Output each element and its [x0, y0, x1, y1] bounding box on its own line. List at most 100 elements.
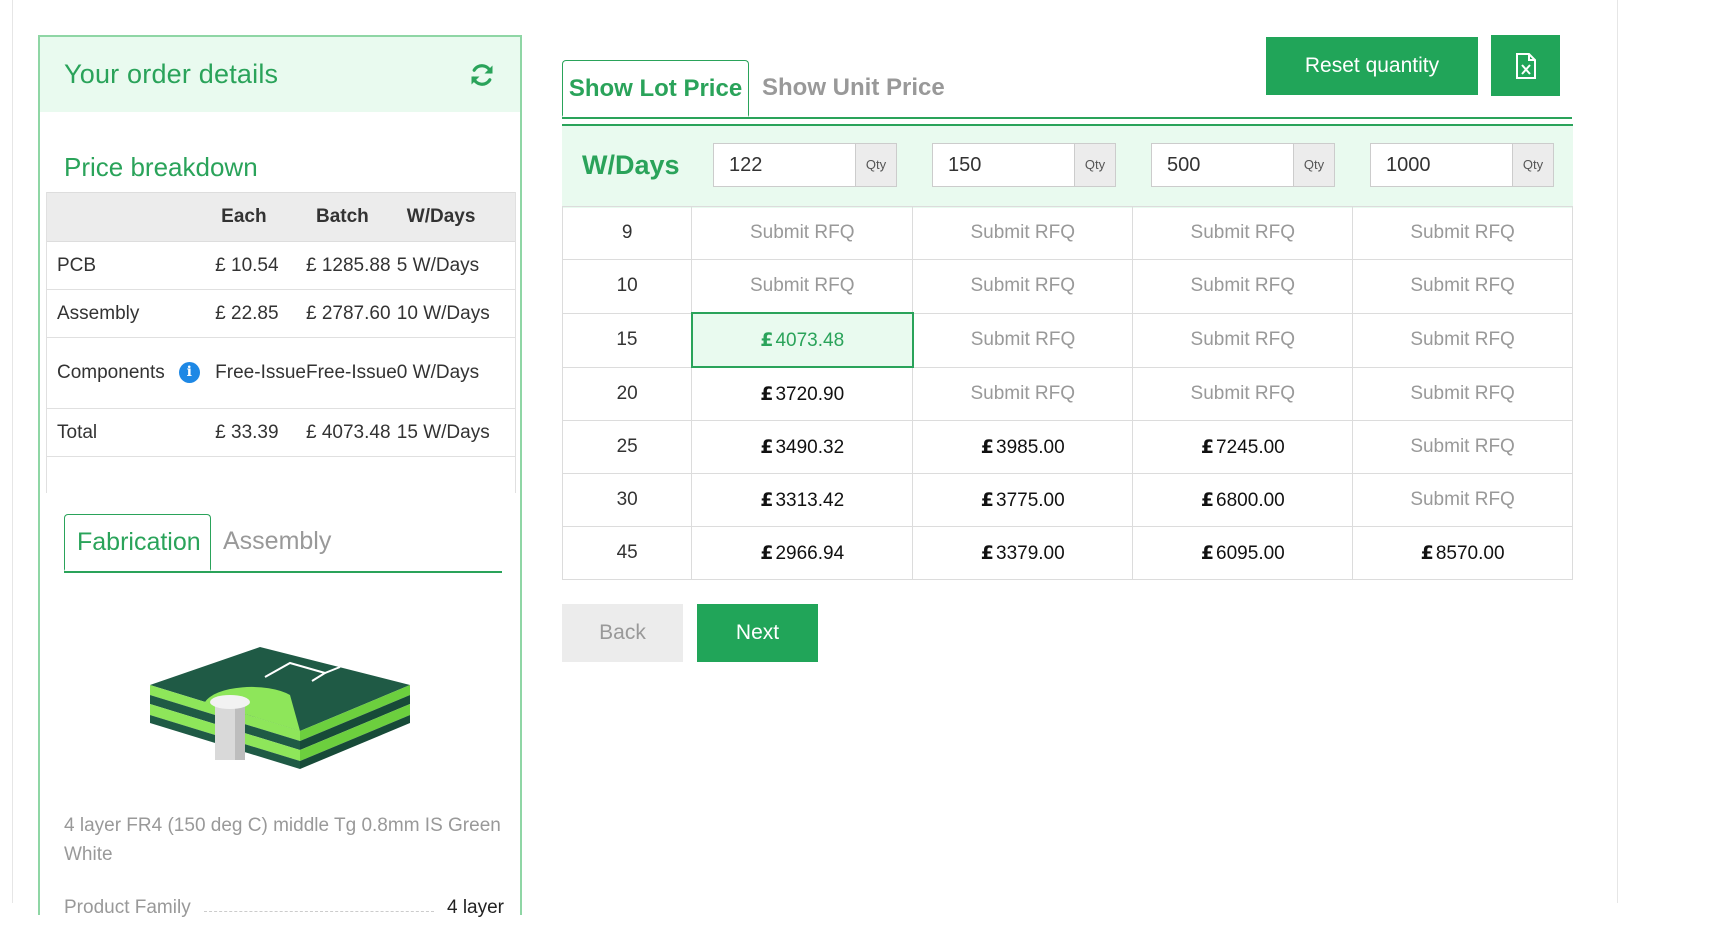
breakdown-wdays: 15 W/Days [396, 408, 516, 457]
price-cell[interactable]: £2966.94 [691, 526, 914, 580]
price-value: £3720.90 [760, 382, 845, 405]
submit-rfq-cell[interactable]: Submit RFQ [1352, 259, 1573, 314]
wdays-cell: 25 [561, 420, 693, 474]
breakdown-row-assembly: Assembly £ 22.85 £ 2787.60 10 W/Days [46, 289, 516, 338]
submit-rfq-cell[interactable]: Submit RFQ [912, 259, 1134, 314]
price-cell[interactable]: £3775.00 [912, 473, 1134, 527]
leader-dots [204, 911, 434, 912]
submit-rfq-cell[interactable]: Submit RFQ [912, 366, 1134, 421]
submit-rfq-cell[interactable]: Submit RFQ [1132, 366, 1354, 421]
submit-rfq-cell[interactable]: Submit RFQ [1352, 206, 1573, 260]
price-grid: 9 Submit RFQ Submit RFQ Submit RFQ Submit RF… [561, 206, 1573, 580]
breakdown-wdays: 0 W/Days [396, 337, 516, 409]
product-family-row: Product Family 4 layer [64, 897, 504, 927]
qty-input-4[interactable] [1370, 143, 1512, 187]
price-cell[interactable]: £3985.00 [912, 420, 1134, 474]
breakdown-header-row: Each Batch W/Days [46, 192, 516, 242]
price-grid-row: 15 £4073.48 Submit RFQ Submit RFQ Submit RFQ [561, 312, 1573, 368]
breakdown-wdays: 5 W/Days [396, 241, 516, 290]
tab-show-unit-price[interactable]: Show Unit Price [762, 60, 945, 117]
price-value: £3985.00 [980, 435, 1065, 458]
breakdown-row-components: Components i Free-Issue Free-Issue 0 W/Da… [46, 337, 516, 409]
product-family-value: 4 layer [446, 897, 504, 918]
price-cell[interactable]: £3379.00 [912, 526, 1134, 580]
page-frame-right [1617, 0, 1618, 903]
price-value: £3379.00 [980, 541, 1065, 564]
price-cell[interactable]: £3720.90 [691, 366, 914, 421]
price-cell[interactable]: £6800.00 [1132, 473, 1354, 527]
qty-input-3[interactable] [1151, 143, 1293, 187]
price-cell[interactable]: £3490.32 [691, 420, 914, 474]
wdays-cell: 15 [561, 312, 693, 368]
back-button[interactable]: Back [562, 604, 683, 662]
pcb-stackup-image [150, 647, 410, 769]
export-excel-button[interactable] [1491, 35, 1560, 96]
submit-rfq-cell[interactable]: Submit RFQ [1132, 206, 1354, 260]
price-value: £2966.94 [760, 541, 845, 564]
submit-rfq-cell[interactable]: Submit RFQ [912, 312, 1134, 368]
tab-fabrication[interactable]: Fabrication [64, 514, 211, 571]
breakdown-label: PCB [46, 241, 216, 290]
price-grid-row: 25 £3490.32 £3985.00 £7245.00 Submit RFQ [561, 420, 1573, 474]
tab-show-lot-price[interactable]: Show Lot Price [562, 60, 749, 117]
submit-rfq-cell[interactable]: Submit RFQ [912, 206, 1134, 260]
quantity-header-row: W/Days Qty Qty Qty Qty [562, 124, 1573, 208]
submit-rfq-cell[interactable]: Submit RFQ [1352, 312, 1573, 368]
breakdown-label-cell: Components i [46, 337, 216, 409]
submit-rfq-cell[interactable]: Submit RFQ [1132, 259, 1354, 314]
price-value: £6800.00 [1200, 488, 1285, 511]
info-icon[interactable]: i [178, 362, 200, 384]
price-grid-row: 9 Submit RFQ Submit RFQ Submit RFQ Submit RF… [561, 206, 1573, 260]
breakdown-each: £ 22.85 [215, 289, 306, 338]
submit-rfq-cell[interactable]: Submit RFQ [1352, 420, 1573, 474]
submit-rfq-cell[interactable]: Submit RFQ [691, 206, 914, 260]
breakdown-header-each: Each [215, 192, 306, 242]
breakdown-label: Components [57, 362, 165, 383]
price-cell[interactable]: £6095.00 [1132, 526, 1354, 580]
submit-rfq-cell[interactable]: Submit RFQ [1352, 366, 1573, 421]
breakdown-header-blank [46, 192, 216, 242]
qty-addon-label: Qty [855, 143, 897, 187]
qty-group-1: Qty [713, 143, 897, 187]
qty-addon-label: Qty [1293, 143, 1335, 187]
breakdown-each: £ 10.54 [215, 241, 306, 290]
qty-input-1[interactable] [713, 143, 855, 187]
qty-input-2[interactable] [932, 143, 1074, 187]
breakdown-row-pcb: PCB £ 10.54 £ 1285.88 5 W/Days [46, 241, 516, 290]
price-grid-row: 10 Submit RFQ Submit RFQ Submit RFQ Submit R… [561, 259, 1573, 314]
qty-addon-label: Qty [1512, 143, 1554, 187]
price-breakdown-table: Each Batch W/Days PCB £ 10.54 £ 1285.88 … [46, 192, 516, 457]
submit-rfq-cell[interactable]: Submit RFQ [1352, 473, 1573, 527]
breakdown-each: £ 33.39 [215, 408, 306, 457]
qty-group-2: Qty [932, 143, 1116, 187]
page-frame-left [12, 0, 13, 903]
breakdown-header-wdays: W/Days [396, 192, 516, 242]
price-grid-row: 30 £3313.42 £3775.00 £6800.00 Submit RFQ [561, 473, 1573, 527]
next-button[interactable]: Next [697, 604, 818, 662]
price-breakdown-title: Price breakdown [64, 152, 258, 182]
breakdown-label: Assembly [46, 289, 216, 338]
price-cell[interactable]: £3313.42 [691, 473, 914, 527]
order-details-header: Your order details [40, 37, 520, 112]
order-details-title: Your order details [64, 59, 279, 89]
price-value: £3490.32 [760, 435, 845, 458]
breakdown-batch: Free-Issue [305, 337, 397, 409]
wdays-cell: 45 [561, 526, 693, 580]
price-cell-selected[interactable]: £4073.48 [690, 312, 914, 368]
breakdown-batch: £ 4073.48 [305, 408, 397, 457]
breakdown-batch: £ 1285.88 [305, 241, 397, 290]
tab-assembly[interactable]: Assembly [211, 514, 343, 571]
qty-group-3: Qty [1151, 143, 1335, 187]
qty-addon-label: Qty [1074, 143, 1116, 187]
submit-rfq-cell[interactable]: Submit RFQ [691, 259, 914, 314]
price-cell[interactable]: £7245.00 [1132, 420, 1354, 474]
price-value: £3313.42 [760, 488, 845, 511]
price-grid-row: 20 £3720.90 Submit RFQ Submit RFQ Submit RFQ [561, 366, 1573, 421]
reset-quantity-button[interactable]: Reset quantity [1266, 37, 1478, 95]
refresh-icon[interactable] [468, 61, 496, 89]
price-value: £7245.00 [1200, 435, 1285, 458]
submit-rfq-cell[interactable]: Submit RFQ [1132, 312, 1354, 368]
wdays-cell: 10 [561, 259, 693, 314]
price-cell[interactable]: £8570.00 [1352, 526, 1573, 580]
breakdown-each: Free-Issue [215, 337, 306, 409]
